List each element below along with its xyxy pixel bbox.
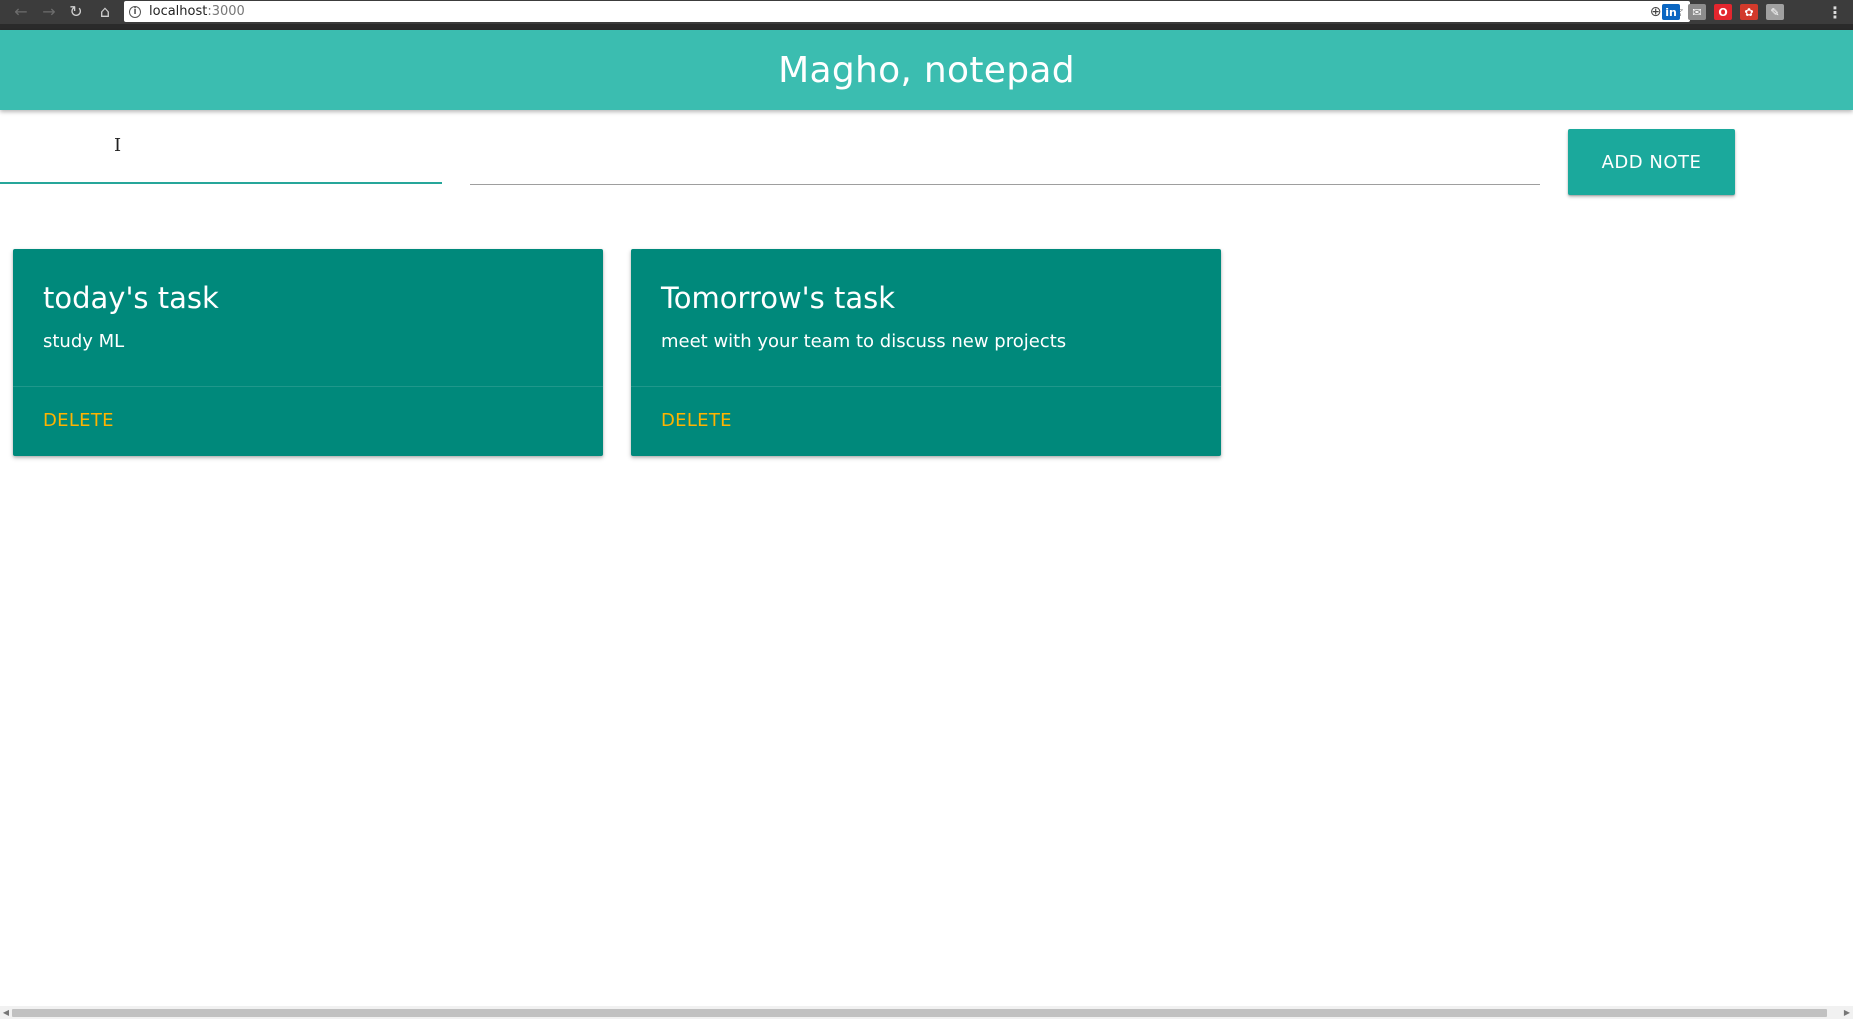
scrollbar-thumb[interactable] [12,1009,1827,1017]
note-content-field [470,128,1540,186]
address-bar[interactable]: i localhost:3000 ⊕ ☆ [124,1,1690,22]
delete-note-button[interactable]: DELETE [43,410,114,431]
note-content-input[interactable] [470,128,1540,185]
opera-extension-icon[interactable]: O [1714,4,1732,20]
note-card-content: Tomorrow's task meet with your team to d… [631,249,1221,386]
url-port: :3000 [207,4,245,19]
home-icon[interactable]: ⌂ [92,0,118,24]
browser-menu-icon[interactable]: ⋮ [1827,0,1843,24]
reload-icon[interactable]: ↻ [63,0,89,24]
app-header: Magho, notepad [0,30,1853,110]
note-title: Tomorrow's task [661,281,896,315]
delete-note-button[interactable]: DELETE [661,410,732,431]
gray-extension-icon[interactable]: ✎ [1766,4,1784,20]
site-info-icon[interactable]: i [129,5,141,18]
note-content: study ML [43,331,125,352]
back-icon[interactable]: ← [8,0,34,24]
card-divider [13,386,603,387]
note-card: today's task study ML DELETE [13,249,603,456]
note-title-field [0,128,442,186]
page-title: Magho, notepad [778,49,1075,91]
url-host: localhost [149,4,208,19]
mail-extension-icon[interactable]: ✉ [1688,4,1706,20]
card-divider [631,386,1221,387]
scroll-left-icon[interactable]: ◀ [1,1006,11,1019]
red-extension-icon[interactable]: ✿ [1740,4,1758,20]
zoom-icon[interactable]: ⊕ [1650,4,1662,20]
text-cursor-icon: I [114,135,122,156]
extension-icons: in ✉ O ✿ ✎ [1662,0,1784,24]
linkedin-extension-icon[interactable]: in [1662,4,1680,20]
add-note-button[interactable]: ADD NOTE [1568,129,1735,195]
note-title-input[interactable] [0,128,442,184]
note-title: today's task [43,281,219,315]
browser-toolbar: ← → ↻ ⌂ i localhost:3000 ⊕ ☆ in ✉ O ✿ ✎ ⋮ [0,0,1853,24]
forward-icon[interactable]: → [36,0,62,24]
horizontal-scrollbar[interactable]: ◀ ▶ [0,1006,1853,1019]
note-content: meet with your team to discuss new proje… [661,331,1067,352]
note-card-content: today's task study ML [13,249,603,386]
note-card: Tomorrow's task meet with your team to d… [631,249,1221,456]
scroll-right-icon[interactable]: ▶ [1842,1006,1852,1019]
